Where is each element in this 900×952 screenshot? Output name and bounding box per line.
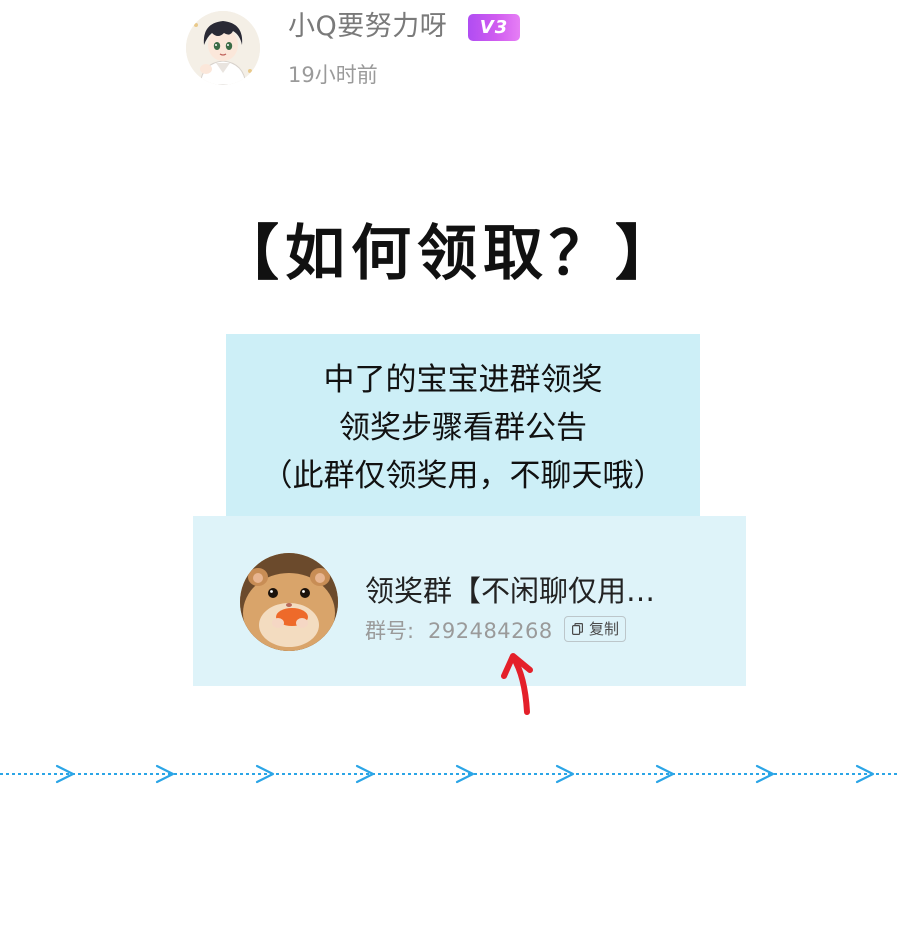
group-avatar[interactable] bbox=[240, 553, 338, 651]
vip-badge: V3 bbox=[468, 14, 520, 41]
copy-button[interactable]: 复制 bbox=[564, 616, 626, 642]
group-card[interactable]: 领奖群【不闲聊仅用… 群号: 292484268 复制 bbox=[193, 516, 746, 686]
headline: 【如何领取？】 bbox=[219, 219, 681, 289]
copy-label: 复制 bbox=[589, 620, 620, 638]
red-up-arrow-icon bbox=[501, 653, 533, 715]
info-line-1: 中了的宝宝进群领奖 bbox=[323, 362, 603, 398]
username[interactable]: 小Q要努力呀 bbox=[288, 10, 447, 44]
hamster-avatar-icon bbox=[240, 553, 338, 651]
group-id-value: 292484268 bbox=[428, 619, 553, 643]
group-id-label: 群号: bbox=[365, 619, 415, 643]
copy-icon bbox=[572, 623, 583, 635]
anime-boy-avatar-icon bbox=[186, 11, 260, 85]
info-line-2: 领奖步骤看群公告 bbox=[339, 410, 587, 446]
post-time: 19小时前 bbox=[288, 63, 378, 87]
group-name[interactable]: 领奖群【不闲聊仅用… bbox=[365, 572, 655, 610]
dotted-arrow-divider bbox=[0, 764, 900, 784]
user-avatar[interactable] bbox=[186, 11, 260, 85]
info-line-3: （此群仅领奖用，不聊天哦） bbox=[261, 458, 665, 494]
info-card: 中了的宝宝进群领奖 领奖步骤看群公告 （此群仅领奖用，不聊天哦） bbox=[226, 334, 700, 516]
